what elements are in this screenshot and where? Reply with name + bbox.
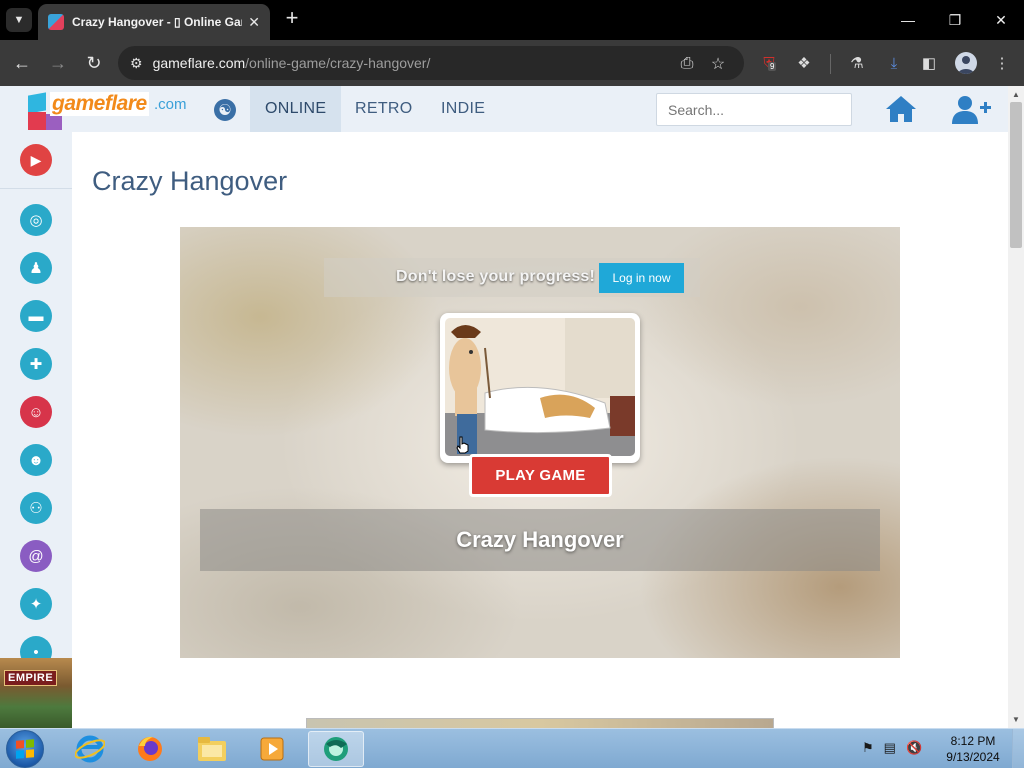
ad-banner-text: EMPIRE	[4, 670, 58, 686]
clock-date: 9/13/2024	[946, 750, 1000, 764]
login-now-button[interactable]: Log in now	[599, 263, 684, 293]
taskbar-clock[interactable]: 8:12 PM 9/13/2024	[938, 733, 1008, 765]
avatar-body	[958, 69, 974, 74]
page-scrollbar[interactable]: ▲ ▼	[1008, 86, 1024, 728]
show-desktop-button[interactable]	[1012, 729, 1024, 768]
network-icon[interactable]: ▤	[884, 740, 896, 756]
url-path: /online-game/crazy-hangover/	[245, 55, 431, 71]
toolbar-divider	[830, 54, 831, 74]
clock-time: 8:12 PM	[950, 734, 996, 748]
clown-icon[interactable]: ☺	[20, 396, 52, 428]
scrollbar-thumb[interactable]	[1010, 102, 1022, 248]
system-tray: ⚑ ▤ 🔇	[862, 740, 922, 756]
snail-icon[interactable]: @	[20, 540, 52, 572]
window-close-icon[interactable]: ✕	[981, 6, 1021, 34]
monkey-icon[interactable]: ☻	[20, 444, 52, 476]
start-button-icon[interactable]	[6, 730, 44, 768]
browser-tab-strip: ▼ Crazy Hangover - ▯ Online Game ✕ + — ❐…	[0, 0, 1024, 40]
volume-muted-icon[interactable]: 🔇	[906, 740, 922, 756]
game-thumbnail-image	[445, 318, 635, 456]
page-viewport: gameflare .com ☯ ONLINE RETRO INDIE ▶ ◎ ♟…	[0, 86, 1008, 728]
ublock-shield-icon[interactable]: ⛨ 9	[758, 52, 780, 74]
below-game-ad-banner[interactable]	[306, 718, 774, 728]
forward-arrow-icon[interactable]: →	[44, 49, 72, 77]
puzzle-icon[interactable]: ✦	[20, 588, 52, 620]
ublock-badge-count: 9	[768, 62, 777, 71]
login-prompt-text: Don't lose your progress!	[396, 268, 596, 285]
gamepad-icon[interactable]: ✚	[20, 348, 52, 380]
browser-menu-kebab-icon[interactable]: ⋮	[991, 52, 1013, 74]
back-arrow-icon[interactable]: ←	[8, 49, 36, 77]
taskbar-internet-explorer-icon[interactable]	[62, 731, 118, 767]
windows-logo-icon	[16, 739, 34, 759]
penguin-icon[interactable]: ♟	[20, 252, 52, 284]
profile-avatar-icon[interactable]	[955, 52, 977, 74]
browser-toolbar: ← → ↻ ⚙ gameflare.com/online-game/crazy-…	[0, 40, 1024, 86]
tab-close-icon[interactable]: ✕	[248, 14, 260, 31]
logo-suffix: .com	[154, 96, 187, 113]
taskbar-file-explorer-icon[interactable]	[184, 731, 240, 767]
restore-icon[interactable]: ❐	[935, 6, 975, 34]
bookmark-star-icon[interactable]: ☆	[707, 53, 729, 75]
side-panel-icon[interactable]: ◧	[918, 52, 940, 74]
category-sidebar: ▶ ◎ ♟ ▬ ✚ ☺ ☻ ⚇ @ ✦ • EMPIRE	[0, 132, 72, 728]
install-app-icon[interactable]: ⎙	[676, 53, 698, 75]
action-center-flag-icon[interactable]: ⚑	[862, 740, 874, 756]
add-user-icon[interactable]	[950, 94, 992, 126]
extensions-puzzle-icon[interactable]: ❖	[793, 52, 815, 74]
browser-tab-active[interactable]: Crazy Hangover - ▯ Online Game ✕	[38, 4, 270, 40]
nav-retro[interactable]: RETRO	[340, 86, 428, 132]
logo-wordmark: gameflare	[50, 92, 149, 116]
nav-online[interactable]: ONLINE	[250, 86, 342, 132]
sidebar-play-icon[interactable]: ▶	[20, 144, 52, 176]
game-preview-frame: Don't lose your progress! Log in now PLA…	[180, 227, 900, 658]
hand-cursor-icon	[456, 436, 469, 454]
tab-title: Crazy Hangover - ▯ Online Game	[72, 15, 243, 29]
tab-search-chevron-icon[interactable]: ▼	[6, 8, 32, 32]
site-info-icon[interactable]: ⚙	[130, 55, 143, 72]
url-host: gameflare.com	[152, 55, 246, 71]
page-title: Crazy Hangover	[92, 166, 288, 196]
taskbar-browser-icon[interactable]	[308, 731, 364, 767]
taskbar-firefox-icon[interactable]	[122, 731, 178, 767]
site-header: gameflare .com ☯ ONLINE RETRO INDIE	[0, 86, 1008, 132]
people-icon[interactable]: ⚇	[20, 492, 52, 524]
reload-icon[interactable]: ↻	[80, 49, 108, 77]
windows-taskbar: ⚑ ▤ 🔇 8:12 PM 9/13/2024	[0, 728, 1024, 768]
taskbar-media-player-icon[interactable]	[244, 731, 300, 767]
minimize-icon[interactable]: —	[888, 6, 928, 34]
nav-indie[interactable]: INDIE	[426, 86, 500, 132]
labs-flask-icon[interactable]: ⚗	[846, 52, 868, 74]
game-overlay-title: Crazy Hangover	[456, 527, 624, 552]
3d-glasses-icon[interactable]: ◎	[20, 204, 52, 236]
home-icon[interactable]	[884, 94, 918, 124]
sidebar-divider	[0, 188, 72, 189]
download-icon[interactable]: ⤓	[883, 52, 905, 74]
play-game-button[interactable]: PLAY GAME	[469, 454, 612, 497]
game-title-overlay: Crazy Hangover	[200, 509, 880, 571]
new-tab-plus-icon[interactable]: +	[280, 7, 304, 31]
avatar-head	[962, 56, 970, 64]
address-bar[interactable]: ⚙ gameflare.com/online-game/crazy-hangov…	[118, 46, 744, 80]
scroll-down-arrow-icon[interactable]: ▼	[1012, 715, 1020, 724]
game-thumbnail-card[interactable]	[440, 313, 640, 463]
globe-icon[interactable]: ☯	[214, 99, 236, 121]
car-icon[interactable]: ▬	[20, 300, 52, 332]
gameflare-favicon-icon	[48, 14, 64, 30]
sidebar-ad-banner[interactable]: EMPIRE	[0, 658, 72, 728]
scroll-up-arrow-icon[interactable]: ▲	[1012, 90, 1020, 99]
login-prompt-bar: Don't lose your progress! Log in now	[324, 258, 700, 297]
site-search-input[interactable]	[656, 93, 852, 126]
url-text[interactable]: gameflare.com/online-game/crazy-hangover…	[153, 55, 431, 71]
gameflare-logo[interactable]: gameflare .com	[22, 90, 192, 130]
